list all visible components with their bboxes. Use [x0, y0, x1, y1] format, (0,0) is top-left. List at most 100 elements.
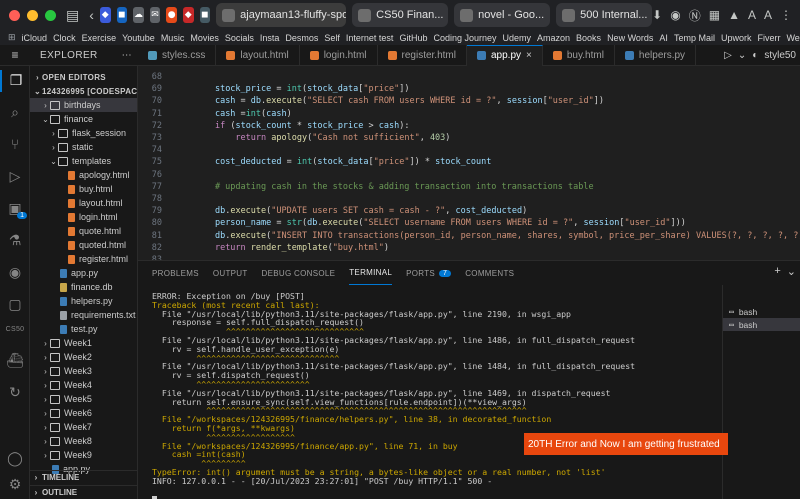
- tree-item[interactable]: layout.html: [30, 196, 137, 210]
- tree-item[interactable]: › flask_session: [30, 126, 137, 140]
- browser-tab[interactable]: CS50 Finan...×: [352, 3, 449, 27]
- explorer-section[interactable]: ⌄ 124326995 [CODESPAC...: [30, 84, 137, 98]
- terminal-instance[interactable]: ▭ bash: [723, 305, 800, 318]
- outline-section[interactable]: › OUTLINE: [30, 485, 137, 499]
- tree-item[interactable]: › Week1: [30, 336, 137, 350]
- search-icon[interactable]: ⌕: [0, 102, 30, 124]
- new-terminal-icon[interactable]: +: [774, 265, 780, 278]
- editor-tab[interactable]: register.html: [378, 44, 467, 66]
- close-window-icon[interactable]: [9, 9, 20, 21]
- tree-item[interactable]: ⌄ templates: [30, 154, 137, 168]
- bookmark-item[interactable]: Socials: [225, 33, 254, 43]
- testing-icon[interactable]: ⚗: [0, 230, 30, 252]
- browser-tab[interactable]: ajaymaan13-fluffy-spoon×: [216, 3, 347, 27]
- source-control-icon[interactable]: ⑂: [0, 134, 30, 156]
- account-icon[interactable]: ◯: [0, 448, 30, 470]
- tree-item[interactable]: requirements.txt: [30, 308, 137, 322]
- browser-tab[interactable]: novel - Goo... ×: [454, 3, 551, 27]
- tree-item[interactable]: register.html: [30, 252, 137, 266]
- terminal-instance[interactable]: ▭ bash: [723, 318, 800, 331]
- bookmark-item[interactable]: Desmos: [285, 33, 318, 43]
- code-editor[interactable]: 68 69 stock_price = int(stock_data["price…: [138, 66, 800, 260]
- pinned-tab-app-icon[interactable]: ◆: [182, 7, 194, 23]
- tree-item[interactable]: login.html: [30, 210, 137, 224]
- tree-item[interactable]: quote.html: [30, 224, 137, 238]
- profile-letter[interactable]: A: [764, 8, 772, 22]
- editor-tab[interactable]: styles.css: [138, 44, 217, 66]
- menu-icon[interactable]: ≡: [0, 48, 30, 62]
- bookmark-item[interactable]: Internet test: [346, 33, 394, 43]
- style50-icon[interactable]: ◐: [752, 50, 758, 61]
- tree-item[interactable]: buy.html: [30, 182, 137, 196]
- bookmark-item[interactable]: Insta: [260, 33, 280, 43]
- bookmark-item[interactable]: Udemy: [503, 33, 532, 43]
- more-menu-icon[interactable]: ⋮: [780, 8, 792, 22]
- bookmark-item[interactable]: Clock: [53, 33, 76, 43]
- chevron-down-icon[interactable]: ⌄: [738, 50, 746, 61]
- tree-item[interactable]: › static: [30, 140, 137, 154]
- bookmark-item[interactable]: New Words: [607, 33, 653, 43]
- bookmark-item[interactable]: Websites: [786, 33, 800, 43]
- run-icon[interactable]: ▷: [724, 50, 732, 61]
- editor-tab[interactable]: buy.html: [543, 44, 615, 66]
- panel-tab[interactable]: COMMENTS: [465, 261, 514, 285]
- bookmark-item[interactable]: Youtube: [122, 33, 155, 43]
- github-icon[interactable]: ◉: [0, 262, 30, 284]
- tree-item[interactable]: quoted.html: [30, 238, 137, 252]
- more-actions-icon[interactable]: ⋯: [122, 50, 132, 61]
- bookmark-item[interactable]: Exercise: [82, 33, 117, 43]
- panel-tab[interactable]: DEBUG CONSOLE: [262, 261, 336, 285]
- browser-tab[interactable]: 500 Internal...×: [556, 3, 653, 27]
- bookmark-item[interactable]: Fiverr: [757, 33, 780, 43]
- tree-item[interactable]: › Week5: [30, 392, 137, 406]
- tree-item[interactable]: finance.db: [30, 280, 137, 294]
- profile-letter[interactable]: A: [748, 8, 756, 22]
- tree-item[interactable]: › Week8: [30, 434, 137, 448]
- tree-item[interactable]: › Week4: [30, 378, 137, 392]
- tree-item[interactable]: test.py: [30, 322, 137, 336]
- tree-item[interactable]: apology.html: [30, 168, 137, 182]
- minimize-window-icon[interactable]: [27, 9, 38, 21]
- extensions-icon[interactable]: ▣ 1: [0, 198, 30, 220]
- tree-item[interactable]: › birthdays: [30, 98, 137, 112]
- editor-tab[interactable]: app.py ×: [466, 44, 543, 66]
- tree-item[interactable]: ⌄ finance: [30, 112, 137, 126]
- bookmark-item[interactable]: Movies: [190, 33, 219, 43]
- notion-icon[interactable]: Ⓝ: [689, 7, 701, 24]
- tree-item[interactable]: › Week6: [30, 406, 137, 420]
- zoom-window-icon[interactable]: [45, 9, 56, 21]
- chevron-down-icon[interactable]: ⌄: [787, 265, 796, 278]
- bookmark-item[interactable]: Amazon: [537, 33, 570, 43]
- remote-explorer-icon[interactable]: ▢: [0, 294, 30, 316]
- pinned-tab-app-icon[interactable]: ◼: [199, 7, 211, 23]
- bookmark-item[interactable]: GitHub: [399, 33, 427, 43]
- explorer-icon[interactable]: ❐: [0, 70, 30, 92]
- sidebar-toggle-icon[interactable]: ▤: [66, 7, 79, 24]
- pinned-tab-app-icon[interactable]: ●: [166, 7, 177, 23]
- panel-tab[interactable]: TERMINAL: [349, 261, 393, 285]
- panel-tab[interactable]: OUTPUT: [213, 261, 248, 285]
- live-share-icon[interactable]: ↻: [0, 382, 30, 404]
- tree-item[interactable]: app.py: [30, 266, 137, 280]
- tree-item[interactable]: › Week9: [30, 448, 137, 462]
- settings-gear-icon[interactable]: ⚙: [0, 474, 30, 496]
- pinned-tab-cloud-icon[interactable]: ☁: [133, 7, 144, 23]
- editor-tab[interactable]: login.html: [300, 44, 378, 66]
- extension-icon[interactable]: ◉: [670, 8, 680, 22]
- panel-tab[interactable]: PORTS 7: [406, 261, 452, 285]
- bookmark-item[interactable]: iCloud: [22, 33, 48, 43]
- back-arrow-icon[interactable]: ‹: [89, 7, 94, 23]
- tree-item[interactable]: › Week3: [30, 364, 137, 378]
- timeline-section[interactable]: › TIMELINE: [30, 470, 137, 484]
- pinned-tab-shield-icon[interactable]: ◆: [99, 7, 111, 23]
- tree-item[interactable]: › Week7: [30, 420, 137, 434]
- cs50-label[interactable]: CS50: [0, 318, 30, 340]
- close-tab-icon[interactable]: ×: [549, 10, 550, 21]
- calendar-icon[interactable]: ▦: [709, 8, 720, 22]
- panel-tab[interactable]: PROBLEMS: [152, 261, 199, 285]
- drive-icon[interactable]: ▲: [728, 8, 740, 22]
- download-icon[interactable]: ⬇: [652, 8, 662, 22]
- pinned-tab-mail-icon[interactable]: ✉: [149, 7, 161, 23]
- style50-label[interactable]: style50: [764, 50, 796, 61]
- editor-tab[interactable]: layout.html: [216, 44, 300, 66]
